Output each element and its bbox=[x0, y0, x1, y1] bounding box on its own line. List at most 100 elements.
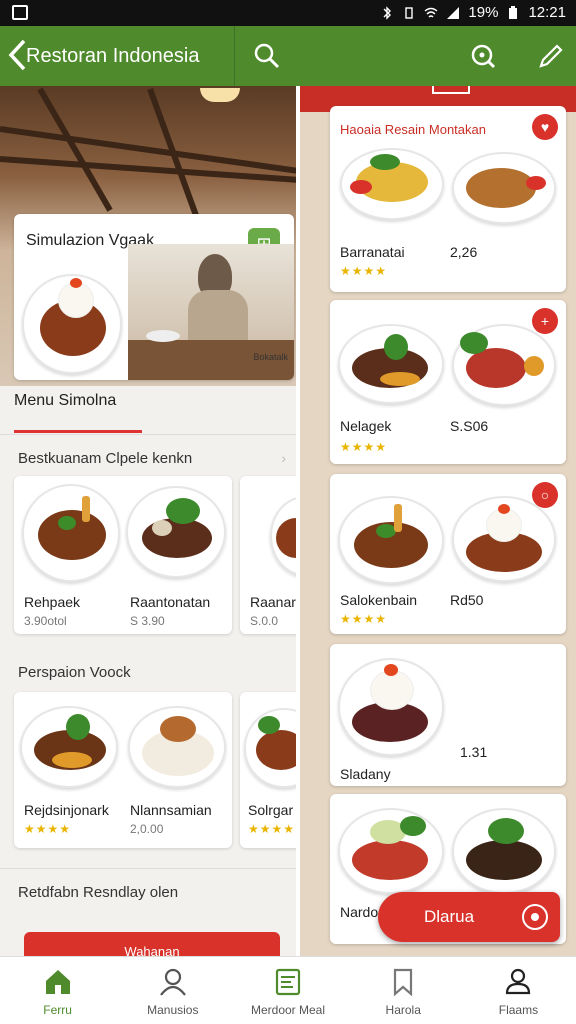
dish-price: Rd50 bbox=[450, 592, 484, 608]
clock: 12:21 bbox=[528, 4, 566, 21]
primary-action-button[interactable]: Wahanan bbox=[24, 932, 280, 956]
app-bar: Restoran Indonesia bbox=[0, 26, 576, 86]
nav-item-manusios[interactable]: Manusios bbox=[115, 957, 230, 1024]
dish-card[interactable]: Rehpaek 3.90otol Raantonatan S 3.90 bbox=[14, 476, 232, 634]
dish-price: 2,0.00 bbox=[130, 822, 164, 836]
vibrate-icon bbox=[405, 6, 414, 19]
floating-action-button[interactable]: Dlarua bbox=[378, 892, 560, 942]
nav-item-home[interactable]: Ferru bbox=[0, 957, 115, 1024]
nav-label: Harola bbox=[385, 1003, 421, 1017]
nav-label: Ferru bbox=[43, 1003, 72, 1017]
bluetooth-icon bbox=[383, 5, 392, 20]
dish-price: 2,26 bbox=[450, 244, 478, 260]
diner-photo: Bokatalk bbox=[128, 244, 294, 380]
menu-board-icon bbox=[275, 968, 301, 996]
divider bbox=[0, 868, 296, 869]
add-icon[interactable]: + bbox=[532, 308, 558, 334]
nav-label: Flaams bbox=[498, 1003, 539, 1017]
dish-image bbox=[338, 324, 444, 404]
edit-button[interactable] bbox=[535, 40, 567, 72]
dish-image bbox=[270, 496, 296, 576]
dish-image bbox=[340, 148, 444, 220]
dish-card[interactable]: Solrgar ★★★★ bbox=[240, 692, 296, 848]
location-icon bbox=[522, 904, 548, 930]
dish-name: Raantonatan bbox=[130, 594, 211, 610]
dish-price: S.S06 bbox=[450, 418, 489, 434]
dish-card[interactable]: Raanar S.0.0 bbox=[240, 476, 296, 634]
dish-image bbox=[338, 658, 444, 756]
rating-stars: ★★★★ bbox=[248, 822, 296, 836]
gallery-icon bbox=[12, 5, 28, 20]
simulation-card[interactable]: Simulazion Vgaak ⊞ Bokatalk bbox=[14, 214, 294, 380]
favorite-icon[interactable]: ♥ bbox=[532, 114, 558, 140]
battery-percent: 19% bbox=[468, 4, 499, 21]
dish-image bbox=[452, 808, 556, 894]
battery-icon bbox=[509, 5, 518, 19]
back-button[interactable] bbox=[6, 38, 28, 78]
section-title: Retdfabn Resndlay olen bbox=[18, 884, 179, 901]
bookmark-icon bbox=[394, 968, 413, 997]
dish-image bbox=[128, 706, 226, 788]
dish-name: Nardo bbox=[340, 904, 379, 920]
tab-menu-simulasi[interactable]: Menu Simolna bbox=[14, 392, 116, 410]
dish-name: Rejdsinjonark bbox=[24, 802, 109, 818]
dish-name: Raanar bbox=[250, 594, 296, 610]
right-panel[interactable]: Haoaia Resain Montakan ♥ Barranatai 2,26… bbox=[300, 86, 576, 956]
dish-image bbox=[126, 486, 226, 578]
divider bbox=[0, 434, 296, 435]
section-title: Perspaion Voock bbox=[18, 664, 131, 681]
rating-stars: ★★★★ bbox=[24, 822, 72, 836]
dish-name: Salokenbain bbox=[340, 592, 418, 608]
chevron-left-icon bbox=[8, 39, 26, 71]
fab-label: Dlarua bbox=[424, 907, 475, 926]
status-bar: 19% 12:21 bbox=[0, 0, 576, 26]
nav-item-harola[interactable]: Harola bbox=[346, 957, 461, 1024]
dish-card[interactable]: Sladany 1.31 bbox=[330, 644, 566, 786]
dish-card[interactable]: Rejdsinjonark ★★★★ Nlannsamian 2,0.00 bbox=[14, 692, 232, 848]
bottom-navigation: Ferru Manusios Merdoor Meal Harola Flaam… bbox=[0, 956, 576, 1024]
dish-name: Sladany bbox=[340, 766, 391, 782]
rating-stars: ★★★★ bbox=[340, 440, 388, 454]
search-icon bbox=[254, 43, 280, 69]
dish-price: S 3.90 bbox=[130, 614, 165, 628]
photo-caption: Bokatalk bbox=[253, 352, 288, 362]
dish-image bbox=[244, 708, 296, 788]
section-title: Bestkuanam Clpele kenkn bbox=[18, 450, 193, 467]
dish-card[interactable]: ○ Salokenbain Rd50 ★★★★ bbox=[330, 474, 566, 634]
nav-item-menu-meal[interactable]: Merdoor Meal bbox=[230, 957, 345, 1024]
dish-image bbox=[452, 324, 556, 406]
search-button[interactable] bbox=[251, 40, 283, 72]
appbar-divider bbox=[234, 26, 235, 86]
dish-name: Nelagek bbox=[340, 418, 392, 434]
section-title: Haoaia Resain Montakan bbox=[340, 122, 486, 137]
dish-price: 3.90otol bbox=[24, 614, 67, 628]
nav-label: Manusios bbox=[147, 1003, 199, 1017]
dish-card[interactable]: + Nelagek S.S06 ★★★★ bbox=[330, 300, 566, 464]
profile-icon bbox=[506, 968, 531, 995]
wifi-icon bbox=[424, 7, 438, 18]
dish-card[interactable]: Haoaia Resain Montakan ♥ Barranatai 2,26… bbox=[330, 106, 566, 292]
chevron-right-icon[interactable]: › bbox=[281, 450, 286, 466]
dish-name: Nlannsamian bbox=[130, 802, 212, 818]
dish-name: Barranatai bbox=[340, 244, 405, 260]
dish-name: Solrgar bbox=[248, 802, 294, 818]
dish-image bbox=[20, 706, 118, 788]
dish-image bbox=[452, 152, 556, 224]
zoom-button[interactable] bbox=[467, 40, 499, 72]
home-icon bbox=[45, 970, 70, 994]
dish-name: Rehpaek bbox=[24, 594, 81, 610]
dish-image bbox=[452, 496, 556, 582]
nav-item-profile[interactable]: Flaams bbox=[461, 957, 576, 1024]
person-icon bbox=[159, 968, 186, 996]
active-tab-indicator bbox=[14, 430, 142, 433]
pencil-icon bbox=[539, 44, 563, 68]
page-title: Restoran Indonesia bbox=[26, 45, 200, 67]
zoom-icon bbox=[471, 44, 496, 69]
dish-image bbox=[22, 274, 122, 374]
dish-image bbox=[338, 496, 444, 584]
dish-price: 1.31 bbox=[460, 744, 488, 760]
dish-price: S.0.0 bbox=[250, 614, 279, 628]
dish-image bbox=[338, 808, 444, 894]
left-panel[interactable]: Simulazion Vgaak ⊞ Bokatalk Menu Simolna… bbox=[0, 86, 296, 956]
rating-stars: ★★★★ bbox=[340, 264, 388, 278]
